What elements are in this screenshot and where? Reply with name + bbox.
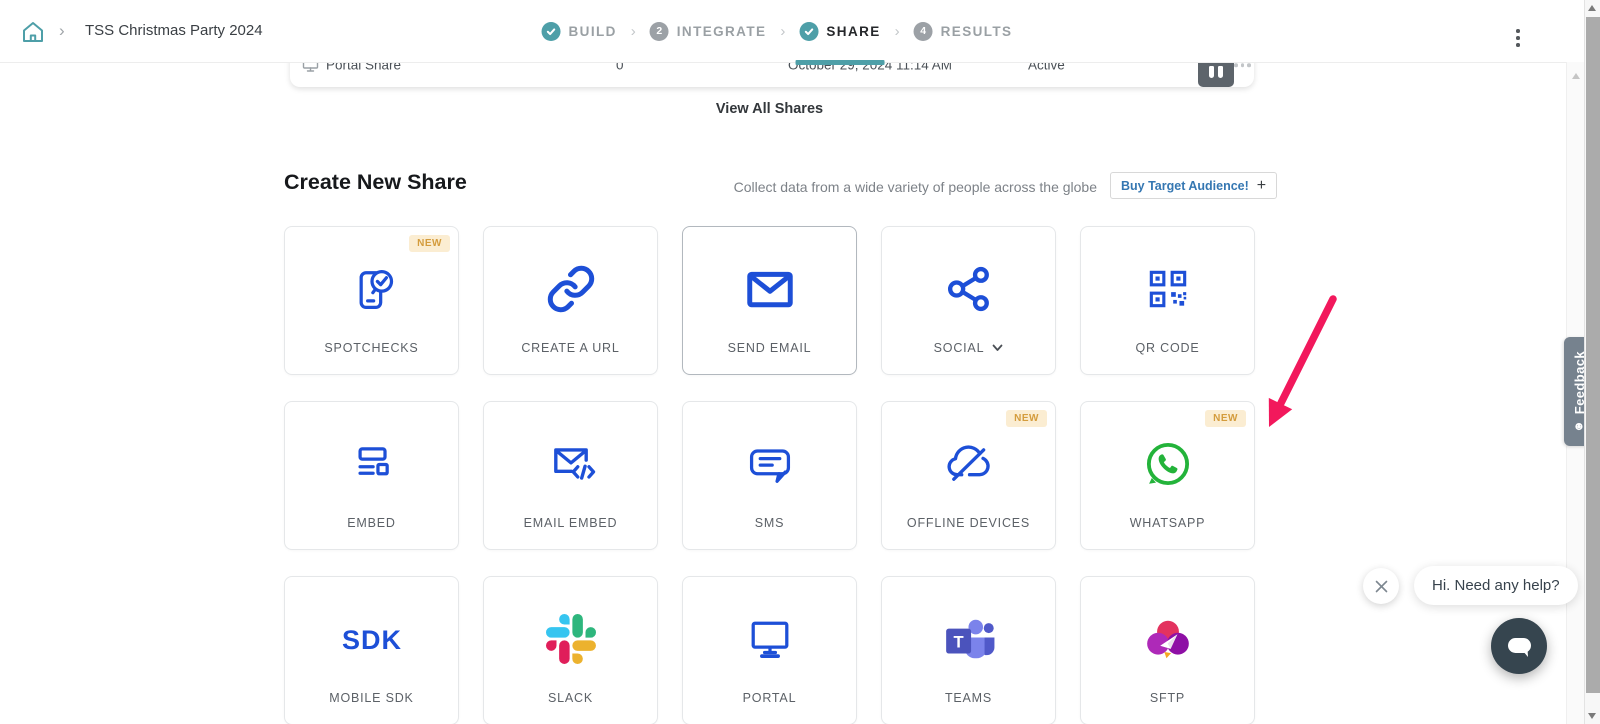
- sms-icon: [744, 402, 796, 516]
- chevron-right-icon: ›: [631, 23, 636, 40]
- share-option-label: SMS: [755, 516, 785, 530]
- embed-icon: [346, 402, 398, 516]
- share-option-label: TEAMS: [945, 691, 992, 705]
- share-card-social[interactable]: SOCIAL: [881, 226, 1056, 375]
- chat-greeting-text: Hi. Need any help?: [1432, 577, 1560, 594]
- step-status-icon: [799, 22, 818, 41]
- step-build[interactable]: BUILD: [542, 0, 617, 62]
- social-share-icon: [943, 227, 995, 341]
- spotchecks-icon: [346, 227, 398, 341]
- svg-text:SDK: SDK: [341, 625, 401, 655]
- share-card-qr-code[interactable]: QR CODE: [1080, 226, 1255, 375]
- step-status-icon: [542, 22, 561, 41]
- new-badge: NEW: [1205, 410, 1246, 427]
- teams-icon: T: [942, 577, 996, 691]
- chevron-right-icon: ›: [59, 0, 65, 62]
- share-option-label: SOCIAL: [934, 341, 985, 355]
- chat-greeting-bubble[interactable]: Hi. Need any help?: [1414, 566, 1578, 605]
- share-card-sftp[interactable]: SFTP: [1080, 576, 1255, 724]
- sftp-icon: [1143, 577, 1193, 691]
- share-card-mobile-sdk[interactable]: SDK MOBILE SDK: [284, 576, 459, 724]
- share-option-label: SPOTCHECKS: [324, 341, 418, 355]
- share-option-label: SLACK: [548, 691, 593, 705]
- chevron-right-icon: ›: [780, 23, 785, 40]
- share-card-send-email[interactable]: SEND EMAIL: [682, 226, 857, 375]
- share-card-teams[interactable]: T TEAMS: [881, 576, 1056, 724]
- qr-code-icon: [1143, 227, 1193, 341]
- share-option-label: WHATSAPP: [1130, 516, 1206, 530]
- new-badge: NEW: [409, 235, 450, 252]
- share-option-label: OFFLINE DEVICES: [907, 516, 1030, 530]
- mobile-sdk-icon: SDK: [339, 577, 405, 691]
- top-header: › TSS Christmas Party 2024 BUILD › 2 INT…: [0, 0, 1600, 63]
- share-option-label: MOBILE SDK: [329, 691, 413, 705]
- offline-devices-icon: [942, 402, 996, 516]
- chat-bubble-icon: [1506, 634, 1533, 659]
- page-title: Create New Share: [284, 170, 467, 195]
- share-card-whatsapp[interactable]: NEW WHATSAPP: [1080, 401, 1255, 550]
- share-card-portal[interactable]: PORTAL: [682, 576, 857, 724]
- chat-dismiss-button[interactable]: [1363, 568, 1399, 604]
- step-share[interactable]: SHARE: [799, 0, 880, 62]
- annotation-arrow: [1245, 293, 1340, 435]
- step-integrate[interactable]: 2 INTEGRATE: [650, 0, 767, 62]
- share-options-grid: NEW SPOTCHECKS CREATE A URL SEND EMAIL S…: [284, 226, 1255, 724]
- whatsapp-icon: [1141, 402, 1195, 516]
- link-icon: [546, 227, 596, 341]
- scroll-up-icon: [1588, 5, 1596, 11]
- chevron-down-icon: [992, 344, 1003, 352]
- more-options-icon[interactable]: [1512, 25, 1524, 51]
- email-embed-icon: [544, 402, 598, 516]
- progress-stepper: BUILD › 2 INTEGRATE › SHARE › 4 RESULTS: [542, 0, 1013, 62]
- breadcrumb[interactable]: TSS Christmas Party 2024: [85, 0, 263, 62]
- chat-launcher-button[interactable]: [1491, 618, 1547, 674]
- share-card-spotchecks[interactable]: NEW SPOTCHECKS: [284, 226, 459, 375]
- email-icon: [743, 227, 797, 341]
- share-page: Portal Share 0 October 29, 2024 11:14 AM…: [0, 0, 1600, 724]
- share-option-label: CREATE A URL: [521, 341, 619, 355]
- share-option-label: QR CODE: [1136, 341, 1200, 355]
- section-subtitle: Collect data from a wide variety of peop…: [734, 179, 1097, 195]
- share-card-embed[interactable]: EMBED: [284, 401, 459, 550]
- share-card-offline-devices[interactable]: NEW OFFLINE DEVICES: [881, 401, 1056, 550]
- share-card-sms[interactable]: SMS: [682, 401, 857, 550]
- view-all-shares-link[interactable]: View All Shares: [284, 101, 1255, 117]
- share-option-label: EMAIL EMBED: [524, 516, 618, 530]
- new-badge: NEW: [1006, 410, 1047, 427]
- chevron-right-icon: ›: [895, 23, 900, 40]
- share-option-label: EMBED: [347, 516, 395, 530]
- scrollbar-thumb: [1586, 17, 1600, 693]
- slack-icon: [546, 577, 596, 691]
- step-results[interactable]: 4 RESULTS: [914, 0, 1013, 62]
- step-status-icon: 2: [650, 22, 669, 41]
- share-option-label: SEND EMAIL: [728, 341, 812, 355]
- portal-icon: [744, 577, 796, 691]
- share-card-create-a-url[interactable]: CREATE A URL: [483, 226, 658, 375]
- buy-target-audience-button[interactable]: Buy Target Audience! +: [1110, 172, 1277, 199]
- scroll-down-icon: [1588, 713, 1596, 719]
- share-option-label: PORTAL: [743, 691, 797, 705]
- row-more-icon[interactable]: [1234, 63, 1251, 67]
- share-card-email-embed[interactable]: EMAIL EMBED: [483, 401, 658, 550]
- close-icon: [1374, 579, 1389, 594]
- home-icon[interactable]: [20, 19, 46, 45]
- share-card-slack[interactable]: SLACK: [483, 576, 658, 724]
- plus-icon: +: [1257, 178, 1266, 194]
- step-status-icon: 4: [914, 22, 933, 41]
- svg-text:T: T: [953, 632, 963, 651]
- share-option-label: SFTP: [1150, 691, 1185, 705]
- browser-scrollbar[interactable]: [1584, 0, 1600, 724]
